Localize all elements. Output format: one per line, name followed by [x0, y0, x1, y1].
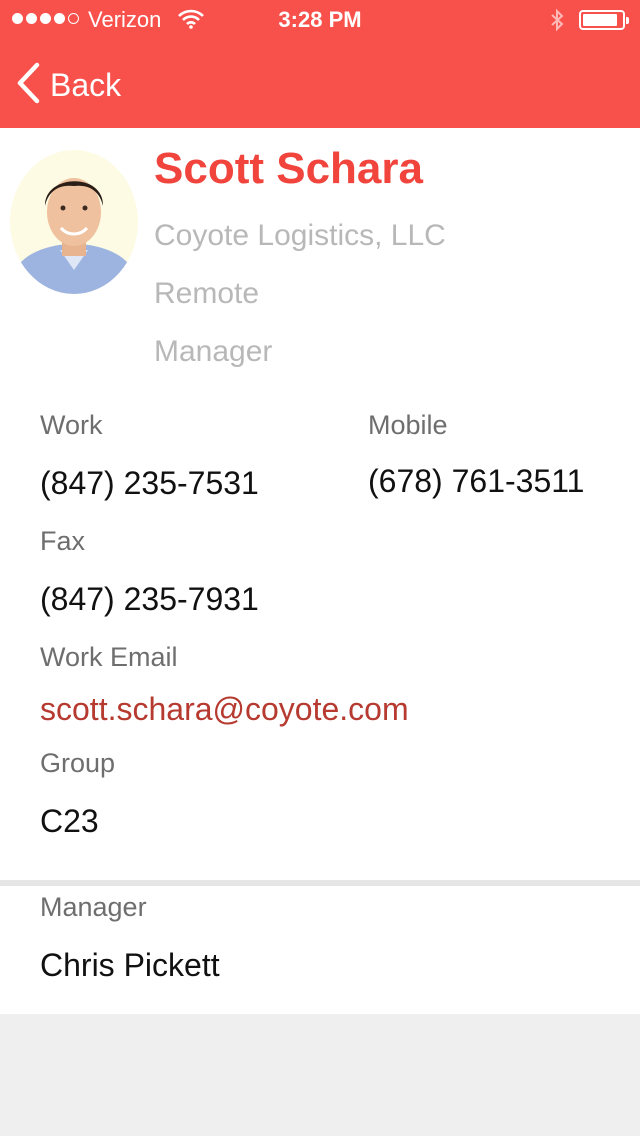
manager-label: Manager [40, 892, 147, 922]
work-phone-label: Work [40, 410, 103, 440]
status-time: 3:28 PM [278, 7, 362, 32]
status-bar: Verizon 3:28 PM [0, 0, 640, 40]
group-value: C23 [40, 803, 99, 839]
bluetooth-icon [549, 8, 565, 37]
location-text: Remote [154, 277, 260, 310]
chevron-left-icon [16, 62, 40, 109]
manager-name[interactable]: Chris Pickett [40, 947, 220, 984]
mobile-phone-label: Mobile [368, 410, 448, 440]
navigation-bar: Verizon 3:28 PM Back [0, 0, 640, 128]
back-button[interactable]: Back [16, 62, 121, 108]
battery-icon [579, 10, 629, 30]
company-name: Coyote Logistics, LLC [154, 219, 446, 252]
back-label: Back [50, 66, 122, 103]
fax-label: Fax [40, 526, 86, 556]
job-title: Manager [154, 335, 273, 368]
mobile-phone-value[interactable]: (678) 761-3511 [368, 463, 584, 500]
fax-value[interactable]: (847) 235-7931 [40, 581, 259, 618]
group-label: Group [40, 748, 116, 778]
work-phone-value[interactable]: (847) 235-7531 [40, 465, 259, 502]
work-email-label: Work Email [40, 642, 178, 672]
avatar [10, 150, 138, 294]
work-email-link[interactable]: scott.schara@coyote.com [40, 691, 409, 728]
contact-name: Scott Schara [154, 144, 423, 193]
